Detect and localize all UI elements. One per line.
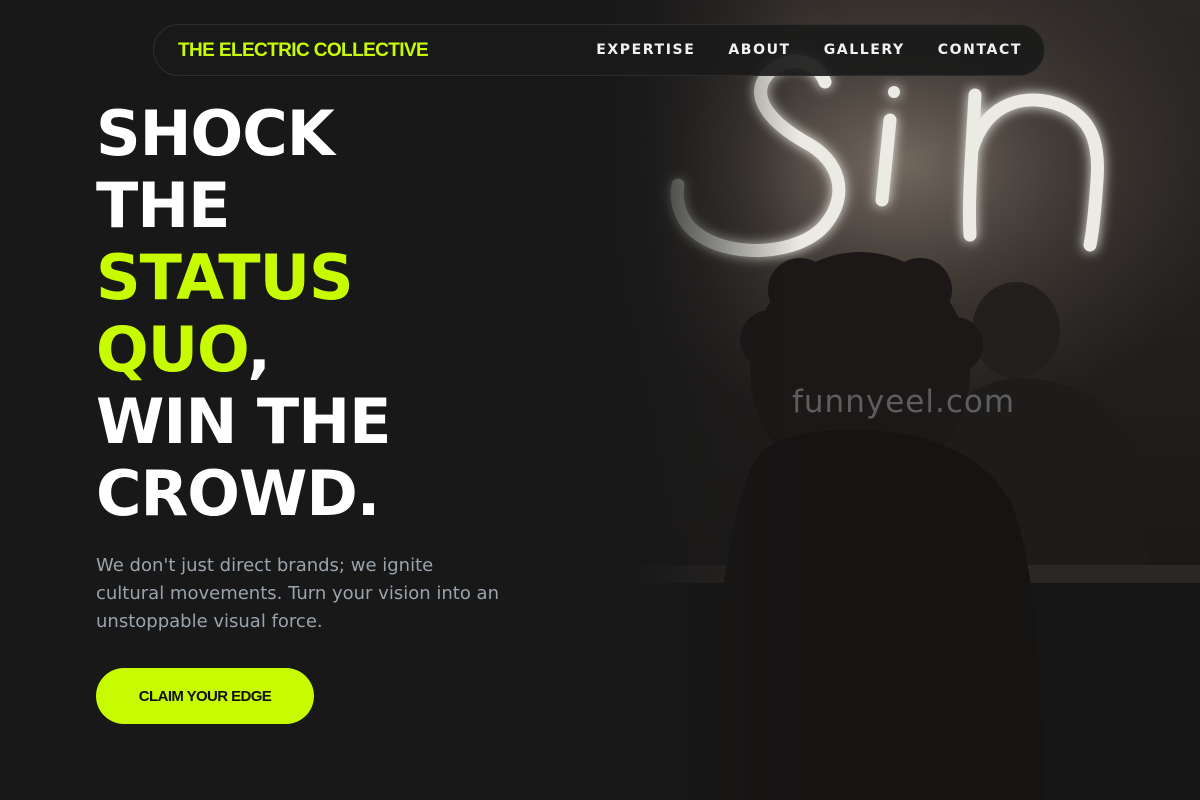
nav-links: EXPERTISE ABOUT GALLERY CONTACT <box>596 42 1022 58</box>
photo-fade-overlay <box>600 0 800 800</box>
headline-line-1: SHOCK <box>96 97 335 170</box>
claim-your-edge-button[interactable]: CLAIM YOUR EDGE <box>96 668 314 724</box>
landing-page: funnyeel.com THE ELECTRIC COLLECTIVE EXP… <box>0 0 1200 800</box>
top-navigation-bar: THE ELECTRIC COLLECTIVE EXPERTISE ABOUT … <box>153 24 1045 76</box>
nav-link-contact[interactable]: CONTACT <box>938 42 1022 58</box>
nav-link-expertise[interactable]: EXPERTISE <box>596 42 695 58</box>
headline-line-2: THE <box>96 169 231 242</box>
brand-logo[interactable]: THE ELECTRIC COLLECTIVE <box>178 40 429 62</box>
headline-line-6: CROWD. <box>96 457 380 530</box>
nav-link-about[interactable]: ABOUT <box>728 42 790 58</box>
headline-line-5: WIN THE <box>96 385 391 458</box>
headline-line-4: QUO, <box>96 313 271 386</box>
headline-line-3: STATUS <box>96 242 390 314</box>
hero-subtitle: We don't just direct brands; we ignite c… <box>96 555 499 632</box>
hero-headline: SHOCK THE STATUS QUO, WIN THE CROWD. <box>96 97 391 530</box>
watermark-text: funnyeel.com <box>792 384 1016 420</box>
nav-link-gallery[interactable]: GALLERY <box>824 42 905 58</box>
headline-accent-status: STATUS <box>96 241 354 314</box>
headline-accent-quo: QUO <box>96 313 248 386</box>
